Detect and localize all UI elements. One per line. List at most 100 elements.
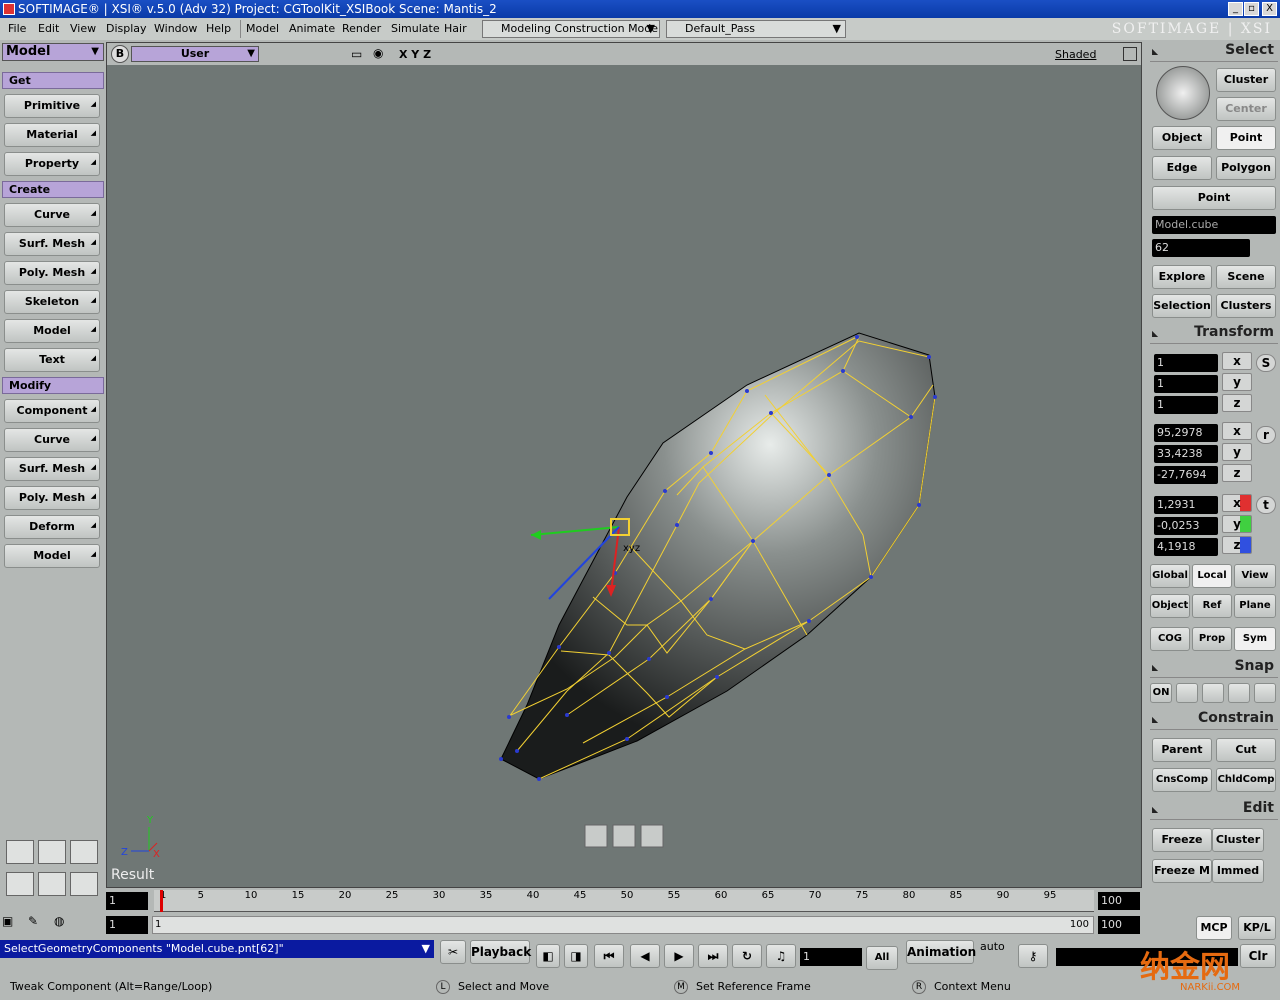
rotate-z-field[interactable]: -27,7694 bbox=[1154, 466, 1218, 484]
layout-c-icon[interactable] bbox=[70, 872, 98, 896]
pan-icon[interactable] bbox=[584, 824, 608, 848]
edge-select-button[interactable]: Edge bbox=[1152, 156, 1212, 180]
explore-button[interactable]: Explore bbox=[1152, 265, 1212, 289]
cluster-button[interactable]: Cluster bbox=[1216, 68, 1276, 92]
section-create[interactable]: Create bbox=[2, 181, 104, 198]
layout-single-icon[interactable] bbox=[6, 840, 34, 864]
last-key-icon[interactable]: ◨ bbox=[564, 944, 588, 968]
play-back-icon[interactable]: ◀ bbox=[630, 944, 660, 968]
layout-quad-icon[interactable] bbox=[70, 840, 98, 864]
current-frame-field[interactable]: 1 bbox=[800, 948, 862, 966]
mesh-canvas[interactable]: xyz Y Z X Result bbox=[107, 65, 1141, 885]
viewport-3d[interactable]: B User ▼ ▭ ◉ X Y Z Shaded xyz Y Z X Resu… bbox=[106, 42, 1142, 888]
clear-button[interactable]: Clr bbox=[1240, 944, 1276, 968]
brush-icon[interactable]: ✎ bbox=[28, 914, 52, 936]
modify-deform-button[interactable]: Deform ◢ bbox=[4, 515, 100, 539]
viewport-b-button[interactable]: B bbox=[111, 45, 129, 63]
clusters-button[interactable]: Clusters bbox=[1216, 294, 1276, 318]
maximize-viewport-icon[interactable] bbox=[1123, 47, 1137, 61]
all-button[interactable]: All bbox=[866, 946, 898, 970]
play-icon[interactable]: ▶ bbox=[664, 944, 694, 968]
timeline[interactable]: 1 1 5 10 15 20 25 30 35 40 45 50 55 60 65 70 75 80 85 90 95… bbox=[106, 888, 1142, 914]
chldcomp-button[interactable]: ChldComp bbox=[1216, 768, 1276, 792]
section-get[interactable]: Get bbox=[2, 72, 104, 89]
ref-view-button[interactable]: View bbox=[1234, 564, 1276, 588]
close-button[interactable]: X bbox=[1262, 2, 1277, 16]
center-button[interactable]: Center bbox=[1216, 97, 1276, 121]
construction-mode-dropdown[interactable]: Modeling Construction Mode ▼ bbox=[482, 20, 660, 38]
auto-key-label[interactable]: auto bbox=[980, 940, 1005, 953]
translate-mode-button[interactable]: t bbox=[1256, 496, 1276, 514]
range-end-field[interactable]: 100 bbox=[1098, 916, 1140, 934]
menu-animate[interactable]: Animate bbox=[289, 22, 335, 35]
snap-panel-header[interactable]: ◣ Snap bbox=[1150, 658, 1278, 678]
constrain-panel-header[interactable]: ◣ Constrain bbox=[1150, 710, 1278, 730]
material-button[interactable]: Material ◢ bbox=[4, 123, 100, 147]
menu-help[interactable]: Help bbox=[206, 22, 231, 35]
menu-window[interactable]: Window bbox=[154, 22, 197, 35]
kpl-tab[interactable]: KP/L bbox=[1238, 916, 1276, 940]
transform-panel-header[interactable]: ◣ Transform bbox=[1150, 324, 1278, 344]
menu-hair[interactable]: Hair bbox=[444, 22, 467, 35]
ref-ref-button[interactable]: Ref bbox=[1192, 594, 1232, 618]
gizmo-x-axis[interactable] bbox=[530, 526, 620, 536]
create-model-button[interactable]: Model ◢ bbox=[4, 319, 100, 343]
snap-on-button[interactable]: ON bbox=[1150, 683, 1172, 703]
freeze-button[interactable]: Freeze bbox=[1152, 828, 1212, 852]
scale-z-field[interactable]: 1 bbox=[1154, 396, 1218, 414]
menu-simulate[interactable]: Simulate bbox=[391, 22, 440, 35]
camera-icon[interactable]: ▭ bbox=[351, 47, 362, 61]
script-editor-icon[interactable]: ✂ bbox=[440, 940, 466, 964]
fast-forward-icon[interactable]: ⏭ bbox=[698, 944, 728, 968]
audio-icon[interactable]: ♫ bbox=[766, 944, 796, 968]
scale-x-button[interactable]: x bbox=[1222, 352, 1252, 370]
filter-dropdown[interactable]: Point bbox=[1152, 186, 1276, 210]
mcp-tab[interactable]: MCP bbox=[1196, 916, 1232, 940]
create-surf-mesh-button[interactable]: Surf. Mesh ◢ bbox=[4, 232, 100, 256]
cog-button[interactable]: COG bbox=[1150, 627, 1190, 651]
scale-y-button[interactable]: y bbox=[1222, 373, 1252, 391]
command-line[interactable]: SelectGeometryComponents "Model.cube.pnt… bbox=[0, 940, 434, 958]
translate-y-field[interactable]: -0,0253 bbox=[1154, 517, 1218, 535]
rotate-mode-button[interactable]: r bbox=[1256, 426, 1276, 444]
object-select-button[interactable]: Object bbox=[1152, 126, 1212, 150]
rotate-x-field[interactable]: 95,2978 bbox=[1154, 424, 1218, 442]
key-icon[interactable]: ⚷ bbox=[1018, 944, 1048, 968]
snap-surface-icon[interactable] bbox=[1228, 683, 1250, 703]
ref-local-button[interactable]: Local bbox=[1192, 564, 1232, 588]
point-select-button[interactable]: Point bbox=[1216, 126, 1276, 150]
minimize-button[interactable]: _ bbox=[1228, 2, 1243, 16]
scene-button[interactable]: Scene bbox=[1216, 265, 1276, 289]
modify-component-button[interactable]: Component ◢ bbox=[4, 399, 100, 423]
polygon-select-button[interactable]: Polygon bbox=[1216, 156, 1276, 180]
menu-model[interactable]: Model bbox=[246, 22, 279, 35]
prop-button[interactable]: Prop bbox=[1192, 627, 1232, 651]
scale-y-field[interactable]: 1 bbox=[1154, 375, 1218, 393]
mesh-body[interactable] bbox=[500, 332, 936, 780]
rotate-y-field[interactable]: 33,4238 bbox=[1154, 445, 1218, 463]
menu-render[interactable]: Render bbox=[342, 22, 381, 35]
layout-b-icon[interactable] bbox=[38, 872, 66, 896]
range-slider[interactable]: 1 100 bbox=[152, 916, 1094, 934]
tool-icon-a[interactable]: ▣ bbox=[2, 914, 26, 936]
translate-y-button[interactable]: y bbox=[1222, 515, 1252, 533]
snap-curve-icon[interactable] bbox=[1202, 683, 1224, 703]
eye-icon[interactable]: ◉ bbox=[373, 46, 383, 60]
scale-z-button[interactable]: z bbox=[1222, 394, 1252, 412]
snap-point-icon[interactable] bbox=[1176, 683, 1198, 703]
translate-z-field[interactable]: 4,1918 bbox=[1154, 538, 1218, 556]
rotate-x-button[interactable]: x bbox=[1222, 422, 1252, 440]
primitive-button[interactable]: Primitive ◢ bbox=[4, 94, 100, 118]
property-button[interactable]: Property ◢ bbox=[4, 152, 100, 176]
current-frame-marker[interactable] bbox=[160, 890, 163, 912]
translate-z-button[interactable]: z bbox=[1222, 536, 1252, 554]
sym-button[interactable]: Sym bbox=[1234, 627, 1276, 651]
menu-file[interactable]: File bbox=[8, 22, 26, 35]
rotate-y-button[interactable]: y bbox=[1222, 443, 1252, 461]
freeze-m-button[interactable]: Freeze M bbox=[1152, 859, 1212, 883]
xyz-label[interactable]: X Y Z bbox=[399, 48, 431, 61]
create-poly-mesh-button[interactable]: Poly. Mesh ◢ bbox=[4, 261, 100, 285]
selection-name-field[interactable]: Model.cube bbox=[1152, 216, 1276, 234]
module-dropdown[interactable]: Model ▼ bbox=[2, 43, 104, 61]
snap-grid-icon[interactable] bbox=[1254, 683, 1276, 703]
